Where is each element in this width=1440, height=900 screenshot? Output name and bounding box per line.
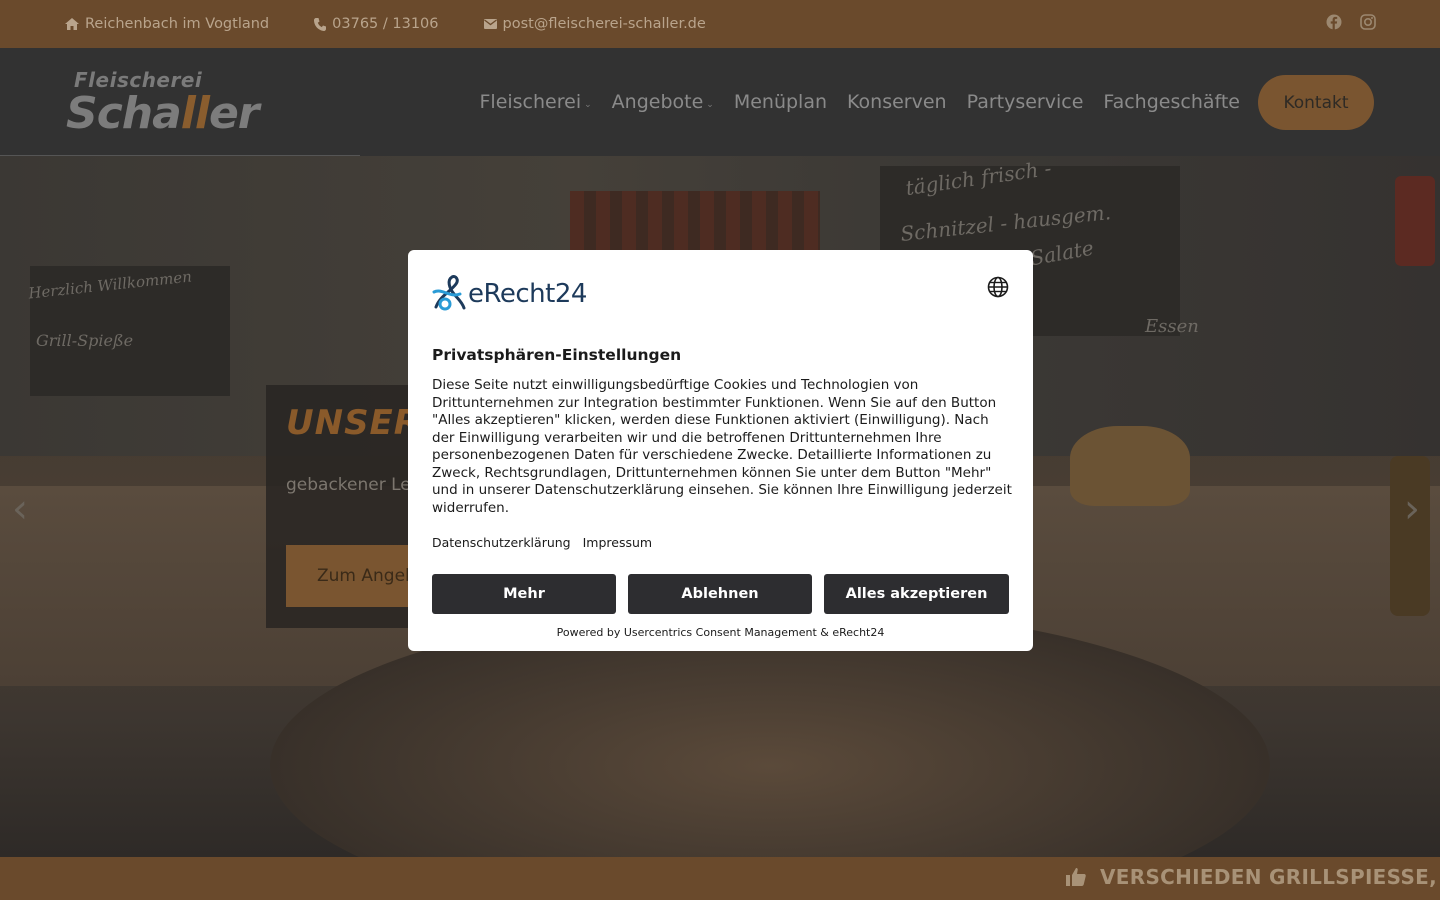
brand-name: eRecht24 — [468, 279, 587, 309]
ticker-content: VERSCHIEDEN GRILLSPIESSE, \ — [1064, 865, 1440, 889]
slide-text: gebackener Le — [286, 475, 411, 495]
red-lamp — [1395, 176, 1435, 266]
nav-item-menueplan[interactable]: Menüplan — [734, 91, 827, 113]
facebook-icon[interactable] — [1326, 14, 1342, 30]
envelope-icon — [483, 19, 497, 29]
logo-part-b: er — [208, 88, 260, 139]
nav-item-fachgeschaefte[interactable]: Fachgeschäfte — [1103, 91, 1240, 113]
email-item[interactable]: post@fleischerei-schaller.de — [483, 16, 706, 32]
consent-buttons: Mehr Ablehnen Alles akzeptieren — [432, 574, 1009, 614]
nav-item-konserven[interactable]: Konserven — [847, 91, 947, 113]
chalk-text: Essen — [1145, 316, 1199, 337]
chalk-text: Grill-Spieße — [36, 331, 134, 350]
bottle — [1390, 456, 1430, 616]
nav-item-partyservice[interactable]: Partyservice — [967, 91, 1084, 113]
chevron-down-icon: ⌄ — [706, 100, 714, 110]
hanging-sausages — [570, 191, 820, 251]
social-links — [1326, 14, 1376, 30]
chevron-down-icon: ⌄ — [584, 100, 592, 110]
nav-label[interactable]: Konserven — [847, 91, 947, 113]
consent-title: Privatsphären-Einstellungen — [432, 346, 682, 364]
contact-button[interactable]: Kontakt — [1258, 75, 1374, 130]
consent-links: Datenschutzerklärung Impressum — [432, 535, 652, 550]
erecht24-mark-icon — [432, 275, 466, 311]
instagram-icon[interactable] — [1360, 14, 1376, 30]
imprint-link[interactable]: Impressum — [583, 535, 652, 550]
language-globe-icon[interactable] — [987, 276, 1009, 298]
logo-part-accent: ll — [180, 88, 210, 139]
ticker-text: VERSCHIEDEN GRILLSPIESSE, \ — [1100, 865, 1440, 889]
nav-label[interactable]: Partyservice — [967, 91, 1084, 113]
location-text: Reichenbach im Vogtland — [85, 16, 270, 32]
consent-dialog: eRecht24 Privatsphären-Einstellungen Die… — [408, 250, 1033, 651]
logo-part-a: Scha — [66, 88, 182, 139]
more-button[interactable]: Mehr — [432, 574, 616, 614]
logo-wordmark: Schaller — [66, 88, 260, 139]
nav-label[interactable]: Angebote — [612, 91, 704, 113]
news-ticker: VERSCHIEDEN GRILLSPIESSE, \ — [0, 857, 1440, 900]
nav-label[interactable]: Fleischerei — [479, 91, 581, 113]
phone-text[interactable]: 03765 / 13106 — [332, 16, 438, 32]
slide-title: UNSER — [286, 403, 421, 443]
privacy-policy-link[interactable]: Datenschutzerklärung — [432, 535, 571, 550]
contact-info: Reichenbach im Vogtland 03765 / 13106 po… — [65, 16, 751, 32]
chevron-left-icon[interactable]: ‹ — [12, 486, 28, 532]
decline-button[interactable]: Ablehnen — [628, 574, 812, 614]
nav-label[interactable]: Fachgeschäfte — [1103, 91, 1240, 113]
bread-basket — [1070, 426, 1190, 506]
phone-item[interactable]: 03765 / 13106 — [314, 16, 439, 32]
location-item: Reichenbach im Vogtland — [65, 16, 269, 32]
site-logo[interactable]: Fleischerei Schaller — [66, 68, 262, 140]
accept-all-button[interactable]: Alles akzeptieren — [824, 574, 1009, 614]
top-info-bar: Reichenbach im Vogtland 03765 / 13106 po… — [0, 0, 1440, 48]
phone-icon — [314, 17, 327, 31]
thumbs-up-icon — [1066, 868, 1086, 886]
erecht24-logo: eRecht24 — [432, 274, 587, 314]
site-header: Fleischerei Schaller Fleischerei ⌄ Angebo… — [0, 48, 1440, 156]
main-navigation: Fleischerei ⌄ Angebote ⌄ Menüplan Konserve… — [459, 48, 1240, 156]
nav-item-fleischerei[interactable]: Fleischerei ⌄ — [479, 91, 591, 113]
chevron-right-icon[interactable]: › — [1404, 486, 1420, 532]
consent-description: Diese Seite nutzt einwilligungsbedürftig… — [432, 377, 1012, 516]
powered-by-text: Powered by Usercentrics Consent Manageme… — [556, 626, 885, 639]
nav-item-angebote[interactable]: Angebote ⌄ — [612, 91, 714, 113]
home-icon — [65, 18, 79, 30]
email-text[interactable]: post@fleischerei-schaller.de — [503, 16, 706, 32]
nav-label[interactable]: Menüplan — [734, 91, 827, 113]
